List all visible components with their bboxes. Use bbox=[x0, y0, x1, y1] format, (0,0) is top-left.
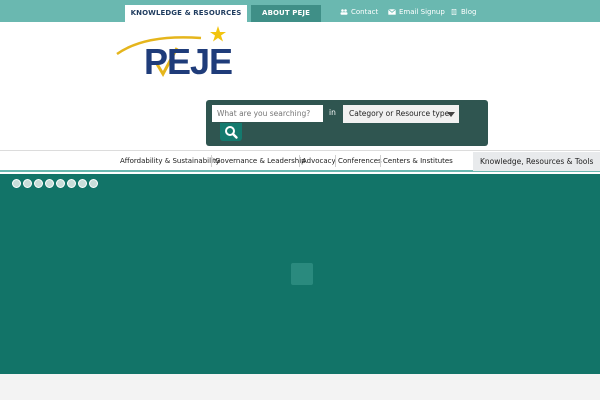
peje-logo[interactable]: PEJE bbox=[115, 26, 255, 82]
slider-dot[interactable] bbox=[23, 179, 32, 188]
tab-about-peje[interactable]: ABOUT PEJE bbox=[251, 5, 321, 22]
search-in-label: in bbox=[329, 108, 336, 117]
footer bbox=[0, 374, 600, 400]
hero-slider bbox=[0, 174, 600, 374]
slider-dot[interactable] bbox=[12, 179, 21, 188]
category-select[interactable]: Category or Resource type bbox=[343, 105, 459, 123]
slider-dot[interactable] bbox=[89, 179, 98, 188]
nav-item-centers[interactable]: Centers & Institutes bbox=[383, 156, 453, 166]
star-icon bbox=[210, 26, 226, 42]
slider-dot[interactable] bbox=[56, 179, 65, 188]
slider-dot[interactable] bbox=[78, 179, 87, 188]
email-signup-link[interactable]: Email Signup bbox=[388, 7, 445, 17]
nav-item-advocacy[interactable]: Advocacy bbox=[302, 156, 336, 166]
search-icon bbox=[225, 126, 238, 139]
blog-label: Blog bbox=[461, 8, 477, 16]
chevron-down-icon bbox=[447, 112, 455, 117]
main-nav: Affordability & Sustainability Governanc… bbox=[0, 150, 600, 172]
document-icon bbox=[451, 9, 457, 15]
envelope-icon bbox=[388, 9, 396, 15]
nav-divider bbox=[299, 155, 300, 167]
nav-item-governance[interactable]: Governance & Leadership bbox=[215, 156, 306, 166]
category-select-value: Category or Resource type bbox=[349, 109, 450, 118]
search-input[interactable] bbox=[212, 105, 323, 122]
top-bar: KNOWLEDGE & RESOURCES ABOUT PEJE Contact… bbox=[0, 0, 600, 22]
blog-link[interactable]: Blog bbox=[450, 7, 476, 17]
loading-indicator bbox=[291, 263, 313, 285]
logo-wordmark: PEJE bbox=[144, 41, 232, 82]
contact-label: Contact bbox=[351, 8, 379, 16]
slider-pagination bbox=[12, 179, 98, 188]
slider-dot[interactable] bbox=[45, 179, 54, 188]
search-panel: in Category or Resource type bbox=[206, 100, 488, 146]
nav-divider bbox=[211, 155, 212, 167]
slider-dot[interactable] bbox=[34, 179, 43, 188]
nav-divider bbox=[380, 155, 381, 167]
nav-item-conferences[interactable]: Conferences bbox=[338, 156, 382, 166]
people-icon bbox=[340, 9, 348, 15]
contact-link[interactable]: Contact bbox=[340, 7, 378, 17]
nav-item-affordability[interactable]: Affordability & Sustainability bbox=[120, 156, 220, 166]
search-button[interactable] bbox=[220, 123, 242, 141]
nav-item-tools[interactable]: Knowledge, Resources & Tools bbox=[473, 152, 600, 171]
slider-dot[interactable] bbox=[67, 179, 76, 188]
nav-divider bbox=[335, 155, 336, 167]
email-signup-label: Email Signup bbox=[399, 8, 445, 16]
tab-knowledge-resources[interactable]: KNOWLEDGE & RESOURCES bbox=[125, 5, 247, 22]
